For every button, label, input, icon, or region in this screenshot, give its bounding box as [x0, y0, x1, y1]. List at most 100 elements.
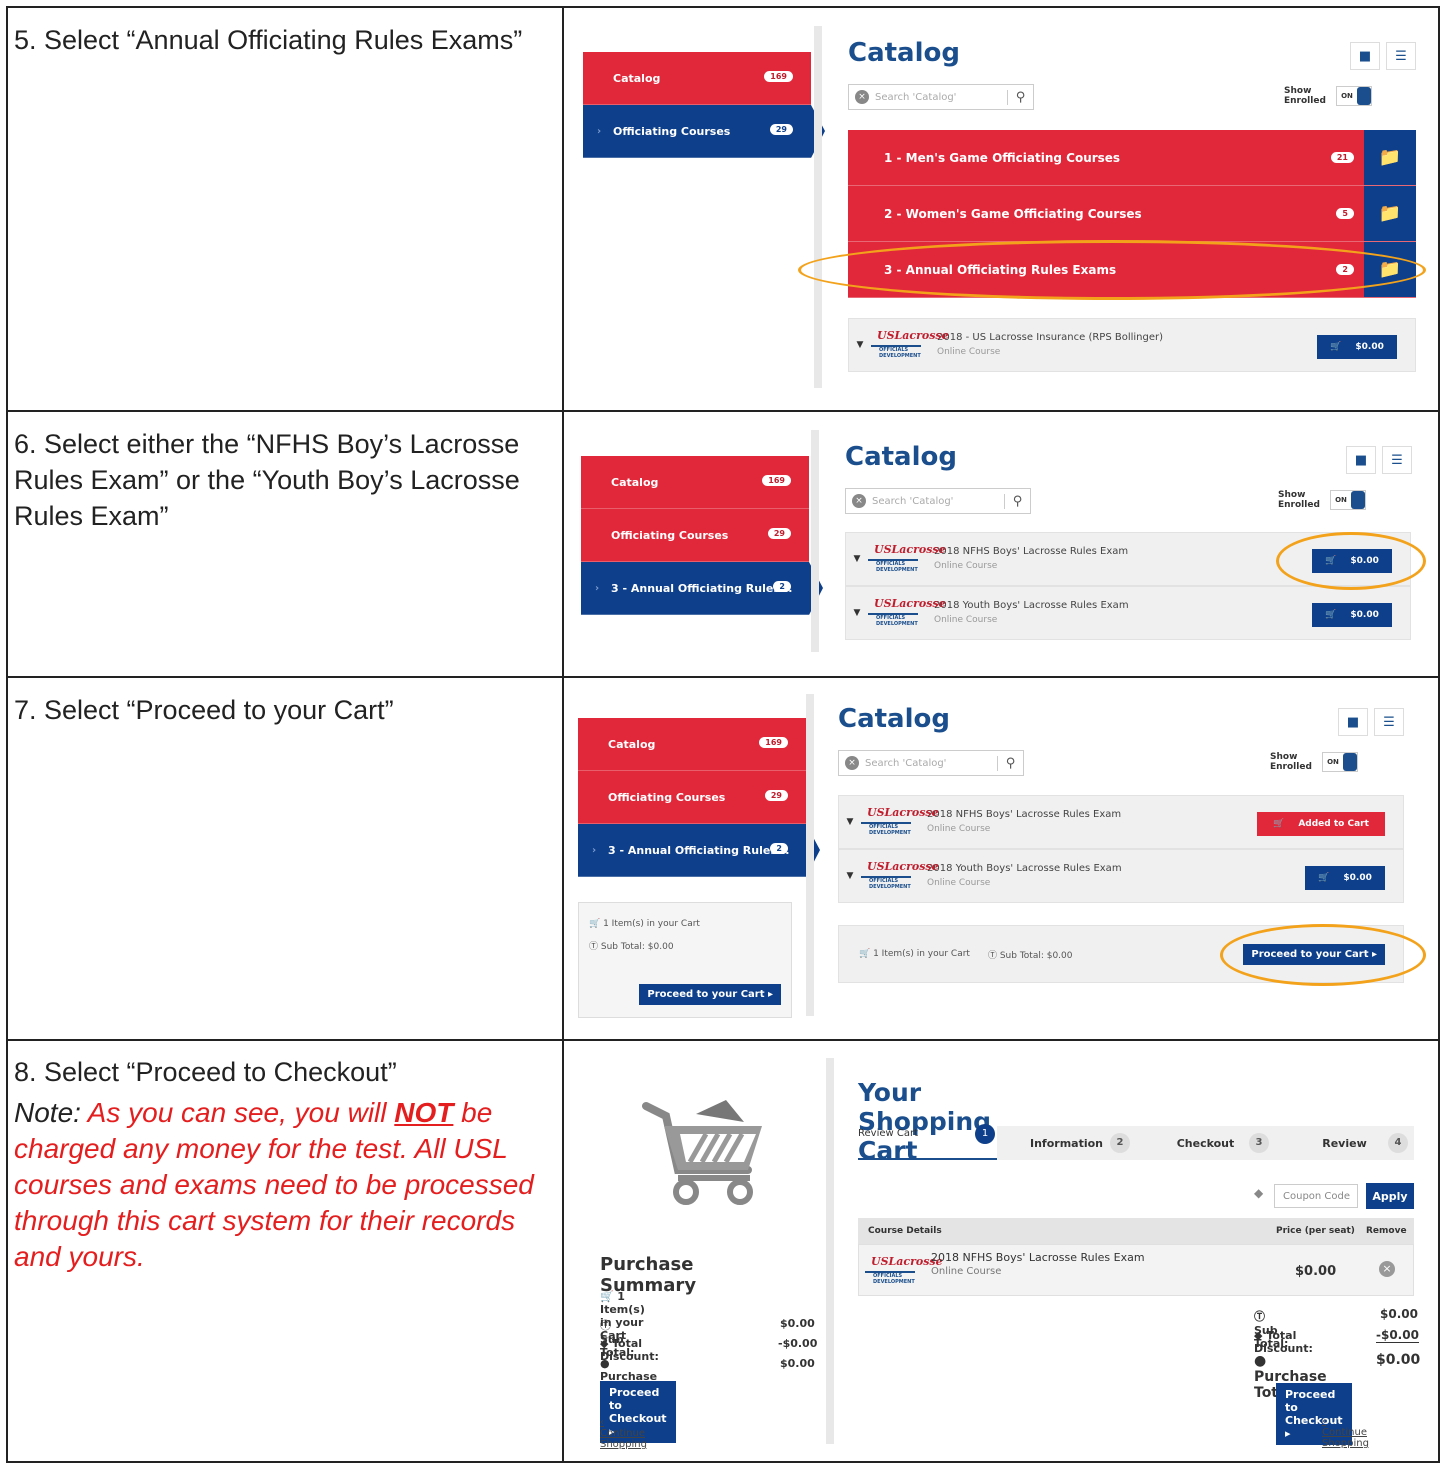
apply-button[interactable]: Apply [1366, 1183, 1414, 1209]
add-to-cart-button[interactable]: 🛒 $0.00 [1312, 603, 1392, 627]
sidebar-item-label: Catalog [611, 475, 659, 489]
catalog-sidebar: Catalog 169 Officiating Courses 29 › 3 - An… [581, 456, 823, 615]
caret-down-icon[interactable]: ▼ [846, 554, 868, 564]
caret-down-icon[interactable]: ▼ [839, 871, 861, 881]
show-enrolled: Show Enrolled ON [1284, 86, 1372, 106]
row-divider [8, 676, 1438, 678]
added-to-cart-button[interactable]: 🛒 Added to Cart [1257, 812, 1385, 836]
toggle-label: ON [1341, 92, 1353, 100]
course-type: Online Course [927, 878, 991, 888]
clear-icon[interactable]: × [852, 494, 866, 508]
sidebar-item-label: Officiating Courses [608, 790, 726, 804]
dollar-circle-icon: ● [1254, 1353, 1267, 1369]
subtotal-line: Ⓣ Sub Total: $0.00 [589, 939, 781, 952]
enrolled-toggle[interactable]: ON [1330, 490, 1366, 510]
catalog-sidebar: Catalog 169 Officiating Courses 29 › 3 - An… [578, 718, 820, 877]
uslacrosse-logo: USLacrosse OFFICIALS DEVELOPMENT [865, 1251, 943, 1291]
subtotal-line: Ⓣ Sub Total: $0.00 [988, 948, 1073, 961]
remove-icon[interactable]: × [1379, 1261, 1395, 1277]
search-input[interactable]: × Search 'Catalog' ⚲ [838, 750, 1024, 776]
folder-icon: 📁 [1364, 186, 1416, 241]
uslacrosse-logo: USLacrosse OFFICIALS DEVELOPMENT [861, 856, 939, 896]
list-view-icon[interactable]: ☰ [1374, 708, 1404, 736]
cart-discount-label: ◆ Total Discount: [1254, 1329, 1313, 1355]
panel-divider [811, 430, 819, 652]
course-type: Online Course [927, 824, 991, 834]
step-checkout[interactable]: Checkout 3 [1136, 1126, 1275, 1160]
course-row[interactable]: ▼ USLacrosse OFFICIALS DEVELOPMENT 2018 You… [845, 586, 1411, 640]
count-badge: 169 [762, 475, 791, 486]
sidebar-item-annual[interactable]: › 3 - Annual Officiating Rules... 2 [581, 562, 823, 615]
note-not: NOT [394, 1097, 454, 1128]
add-to-cart-button[interactable]: 🛒 $0.00 [1305, 866, 1385, 890]
folder-view-icon[interactable]: ■ [1338, 708, 1368, 736]
folder-view-icon[interactable]: ■ [1346, 446, 1376, 474]
sidebar-item-label: Officiating Courses [611, 528, 729, 542]
search-icon[interactable]: ⚲ [997, 755, 1023, 771]
list-view-icon[interactable]: ☰ [1382, 446, 1412, 474]
show-enrolled-label: Show Enrolled [1278, 490, 1320, 510]
clear-icon[interactable]: × [845, 756, 859, 770]
folder-mens[interactable]: 1 - Men's Game Officiating Courses 21 📁 [848, 130, 1416, 186]
course-type: Online Course [937, 347, 1001, 357]
course-row[interactable]: ▼ USLacrosse OFFICIALS DEVELOPMENT 2018 NFH… [838, 795, 1404, 849]
page-title: Catalog [848, 38, 960, 68]
enrolled-toggle[interactable]: ON [1336, 86, 1372, 106]
col-course-details: Course Details [868, 1226, 942, 1236]
step-review-cart[interactable]: Review Cart 1 [858, 1124, 997, 1160]
step-label: Information [1030, 1136, 1103, 1150]
step-review[interactable]: Review 4 [1275, 1126, 1414, 1160]
cart-icon: 🛒 [600, 1290, 614, 1303]
page-title: Catalog [838, 704, 950, 734]
caret-down-icon[interactable]: ▼ [846, 608, 868, 618]
sidebar-item-annual[interactable]: › 3 - Annual Officiating Rules... 2 [578, 824, 820, 877]
sidebar-item-catalog[interactable]: Catalog 169 [581, 456, 809, 509]
uslacrosse-logo: USLacrosse OFFICIALS DEVELOPMENT [868, 539, 946, 579]
row-divider [8, 1039, 1438, 1041]
show-enrolled: Show Enrolled ON [1270, 752, 1358, 772]
folder-icon: 📁 [1364, 130, 1416, 185]
sidebar-item-catalog[interactable]: Catalog 169 [578, 718, 806, 771]
add-to-cart-button[interactable]: 🛒 $0.00 [1317, 335, 1397, 359]
view-toggle: ■ ☰ [1338, 708, 1404, 736]
show-enrolled-label: Show Enrolled [1270, 752, 1312, 772]
list-view-icon[interactable]: ☰ [1386, 42, 1416, 70]
panel-divider [806, 694, 814, 1016]
coupon-code-input[interactable]: Coupon Code [1274, 1184, 1358, 1208]
caret-down-icon[interactable]: ▼ [839, 817, 861, 827]
count-badge: 2 [770, 843, 788, 854]
clear-icon[interactable]: × [855, 90, 869, 104]
show-enrolled: Show Enrolled ON [1278, 490, 1366, 510]
search-icon[interactable]: ⚲ [1007, 89, 1033, 105]
course-row[interactable]: ▼ USLacrosse OFFICIALS DEVELOPMENT 2018 You… [838, 849, 1404, 903]
search-input[interactable]: × Search 'Catalog' ⚲ [848, 84, 1034, 110]
sidebar-item-officiating[interactable]: Officiating Courses 29 [581, 509, 809, 562]
search-input[interactable]: × Search 'Catalog' ⚲ [845, 488, 1031, 514]
cart-icon: 🛒 [589, 919, 601, 929]
enrolled-toggle[interactable]: ON [1322, 752, 1358, 772]
chevron-right-icon: › [597, 125, 602, 137]
step-information[interactable]: Information 2 [997, 1126, 1136, 1160]
panel-divider [814, 26, 822, 388]
course-row[interactable]: ▼ USLacrosse OFFICIALS DEVELOPMENT 2018 - U… [848, 318, 1416, 372]
step-label: Review [1322, 1136, 1367, 1150]
sidebar-item-label: 3 - Annual Officiating Rules... [608, 843, 790, 857]
price: $0.00 [1355, 342, 1384, 352]
folder-womens[interactable]: 2 - Women's Game Officiating Courses 5 📁 [848, 186, 1416, 242]
note-lead: Note: [14, 1097, 81, 1128]
proceed-to-cart-button[interactable]: Proceed to your Cart ▸ [639, 984, 781, 1005]
caret-down-icon[interactable]: ▼ [849, 340, 871, 350]
folder-view-icon[interactable]: ■ [1350, 42, 1380, 70]
continue-shopping-link[interactable]: ‹ Continue Shopping [600, 1417, 647, 1450]
sidebar-item-officiating[interactable]: Officiating Courses 29 [578, 771, 806, 824]
step-label: Review Cart [858, 1128, 918, 1139]
sidebar-item-officiating[interactable]: › Officiating Courses 29 [583, 105, 825, 158]
count-badge: 169 [759, 737, 788, 748]
step-number: 1 [975, 1124, 995, 1144]
search-icon[interactable]: ⚲ [1004, 493, 1030, 509]
show-enrolled-label: Show Enrolled [1284, 86, 1326, 106]
dollar-icon: Ⓣ [987, 950, 997, 961]
continue-shopping-link[interactable]: ‹ Continue Shopping [1322, 1416, 1369, 1449]
sidebar-item-catalog[interactable]: Catalog 169 [583, 52, 811, 105]
toggle-label: ON [1327, 758, 1339, 766]
